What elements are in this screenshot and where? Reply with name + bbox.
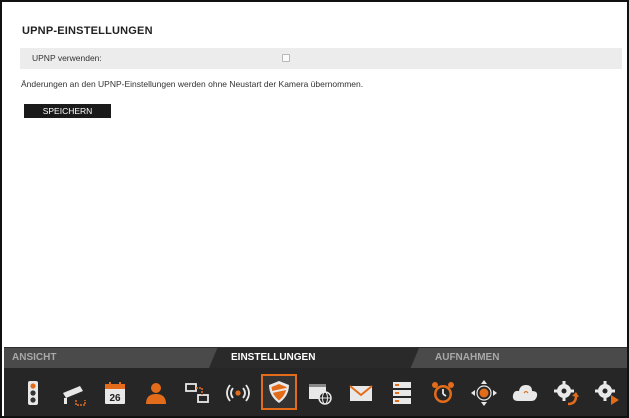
- alarm-clock-icon[interactable]: [425, 375, 461, 411]
- tab-einstellungen[interactable]: EINSTELLUNGEN: [209, 348, 419, 368]
- mail-icon[interactable]: [343, 375, 379, 411]
- settings-toolbar: 26: [4, 368, 627, 416]
- traffic-light-icon[interactable]: [15, 375, 51, 411]
- upnp-label: UPNP verwenden:: [32, 53, 102, 63]
- gear-reset-icon[interactable]: [548, 375, 584, 411]
- upnp-checkbox[interactable]: [282, 54, 290, 62]
- main-tabbar: ANSICHT EINSTELLUNGEN AUFNAHMEN: [4, 347, 627, 368]
- web-icon[interactable]: [302, 375, 338, 411]
- settings-panel: UPNP-EINSTELLUNGEN UPNP verwenden: Änder…: [10, 10, 622, 343]
- tab-aufnahmen[interactable]: AUFNAHMEN: [435, 348, 499, 368]
- wireless-icon[interactable]: [220, 375, 256, 411]
- ptz-icon[interactable]: [466, 375, 502, 411]
- app-frame: UPNP-EINSTELLUNGEN UPNP verwenden: Änder…: [0, 0, 629, 418]
- calendar-icon[interactable]: 26: [97, 375, 133, 411]
- network-icon[interactable]: [179, 375, 215, 411]
- camera-icon[interactable]: [56, 375, 92, 411]
- gear-play-icon[interactable]: [589, 375, 625, 411]
- upnp-setting-row: UPNP verwenden:: [20, 48, 622, 69]
- cloud-icon[interactable]: [507, 375, 543, 411]
- server-icon[interactable]: [384, 375, 420, 411]
- shield-icon[interactable]: [261, 374, 297, 410]
- user-icon[interactable]: [138, 375, 174, 411]
- info-text: Änderungen an den UPNP-Einstellungen wer…: [21, 79, 364, 89]
- section-title: UPNP-EINSTELLUNGEN: [22, 25, 153, 37]
- calendar-day: 26: [109, 393, 121, 404]
- tab-ansicht[interactable]: ANSICHT: [12, 348, 56, 368]
- save-button[interactable]: SPEICHERN: [24, 104, 111, 118]
